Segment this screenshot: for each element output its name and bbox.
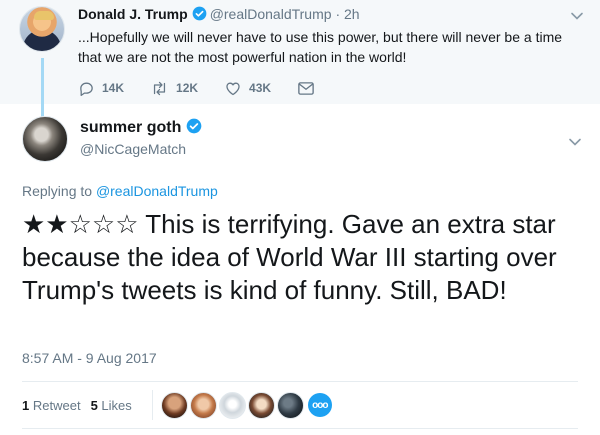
thread-connector-line bbox=[41, 58, 44, 120]
like-action[interactable]: 43K bbox=[224, 80, 271, 97]
parent-author-name[interactable]: Donald J. Trump bbox=[78, 6, 188, 22]
parent-tweet-text: ...Hopefully we will never have to use t… bbox=[78, 29, 563, 65]
like-count: 43K bbox=[249, 81, 272, 95]
tweet-stats: 1 Retweet 5 Likes ooo bbox=[22, 390, 332, 420]
replying-to-line: Replying to @realDonaldTrump bbox=[22, 183, 218, 199]
parent-tweet-time[interactable]: · 2h bbox=[335, 6, 359, 22]
retweet-action[interactable]: 12K bbox=[150, 80, 198, 97]
focused-author-name[interactable]: summer goth bbox=[80, 119, 181, 136]
parent-author-handle[interactable]: @realDonaldTrump bbox=[210, 6, 332, 22]
parent-author-avatar[interactable] bbox=[19, 6, 65, 52]
retweet-stat-count: 1 bbox=[22, 397, 30, 413]
chevron-down-icon[interactable] bbox=[568, 135, 582, 149]
replying-to-label: Replying to bbox=[22, 183, 93, 199]
stats-bottom-divider bbox=[22, 428, 578, 429]
liker-avatar[interactable] bbox=[247, 391, 275, 419]
retweet-stat-label: Retweet bbox=[32, 397, 81, 413]
parent-tweet[interactable]: Donald J. Trump @realDonaldTrump · 2h ...… bbox=[0, 0, 600, 104]
retweet-stat[interactable]: 1 Retweet bbox=[22, 398, 81, 413]
like-icon bbox=[226, 82, 240, 95]
parent-tweet-header: Donald J. Trump @realDonaldTrump · 2h bbox=[78, 6, 360, 22]
direct-message-icon bbox=[298, 81, 314, 95]
stats-top-divider bbox=[22, 381, 578, 382]
liker-avatar[interactable] bbox=[276, 391, 304, 419]
retweet-count: 12K bbox=[176, 81, 199, 95]
reply-action[interactable]: 14K bbox=[78, 80, 124, 97]
parent-tweet-actions: 14K 12K 43K bbox=[78, 79, 348, 97]
direct-message-action[interactable] bbox=[297, 81, 322, 96]
focused-author-handle[interactable]: @NicCageMatch bbox=[80, 141, 186, 157]
like-stat-count: 5 bbox=[90, 397, 98, 413]
focused-tweet-text: ★★☆☆☆ This is terrifying. Gave an extra … bbox=[22, 209, 557, 305]
focused-author-avatar[interactable] bbox=[22, 116, 68, 162]
stats-separator bbox=[151, 390, 153, 420]
likers-avatar-list: ooo bbox=[160, 391, 332, 419]
retweet-icon bbox=[153, 81, 166, 95]
verified-badge-icon bbox=[192, 6, 207, 21]
tweet-timestamp[interactable]: 8:57 AM - 9 Aug 2017 bbox=[22, 350, 157, 366]
liker-avatar[interactable] bbox=[189, 391, 217, 419]
like-stat-label: Likes bbox=[101, 397, 132, 413]
like-stat[interactable]: 5 Likes bbox=[91, 398, 132, 413]
replying-to-link[interactable]: @realDonaldTrump bbox=[96, 183, 218, 199]
liker-avatar[interactable] bbox=[218, 391, 246, 419]
focused-author-name-row: summer goth bbox=[80, 118, 205, 137]
reply-icon bbox=[80, 82, 93, 96]
verified-badge-icon bbox=[187, 118, 202, 134]
liker-avatar[interactable] bbox=[160, 391, 188, 419]
reply-count: 14K bbox=[102, 81, 125, 95]
more-likers-button[interactable]: ooo bbox=[307, 393, 332, 417]
chevron-down-icon[interactable] bbox=[570, 9, 584, 23]
